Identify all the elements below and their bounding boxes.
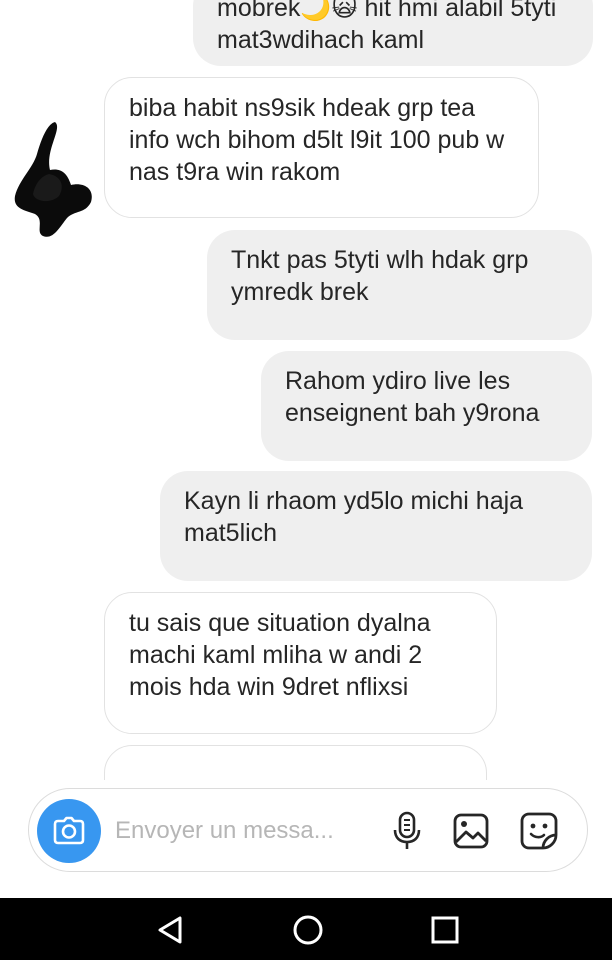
- message-bubble[interactable]: Kayn li rhaom yd5lo michi haja mat5lich: [160, 471, 592, 581]
- sticker-icon: [520, 812, 558, 850]
- recents-square-icon: [431, 916, 459, 944]
- sticker-button[interactable]: [515, 807, 563, 855]
- home-circle-icon: [293, 915, 323, 945]
- system-navigation-bar: [0, 898, 612, 960]
- nav-recents-button[interactable]: [425, 910, 465, 950]
- message-text: Rahom ydiro live les enseignent bah y9ro…: [285, 367, 540, 427]
- microphone-icon: [393, 811, 421, 849]
- message-bubble[interactable]: [104, 745, 487, 780]
- gallery-icon: [453, 813, 489, 849]
- message-text: mobrek🌙🙀 hit hmi alabil 5tyti mat3wdihac…: [217, 0, 557, 54]
- camera-icon: [53, 816, 85, 845]
- scribble-mark: [14, 122, 92, 237]
- message-bubble[interactable]: biba habit ns9sik hdeak grp tea info wch…: [104, 77, 539, 218]
- message-bubble[interactable]: mobrek🌙🙀 hit hmi alabil 5tyti mat3wdihac…: [193, 0, 593, 66]
- nav-back-button[interactable]: [151, 910, 191, 950]
- message-input[interactable]: [115, 815, 375, 847]
- message-thread: mobrek🌙🙀 hit hmi alabil 5tyti mat3wdihac…: [0, 0, 612, 780]
- message-text: Kayn li rhaom yd5lo michi haja mat5lich: [184, 487, 524, 547]
- message-bubble[interactable]: Tnkt pas 5tyti wlh hdak grp ymredk brek: [207, 230, 592, 340]
- message-text: tu sais que situation dyalna machi kaml …: [129, 609, 431, 701]
- voice-message-button[interactable]: [383, 807, 431, 855]
- camera-button[interactable]: [37, 799, 101, 863]
- gallery-button[interactable]: [447, 807, 495, 855]
- message-text: biba habit ns9sik hdeak grp tea info wch…: [129, 94, 505, 186]
- nav-home-button[interactable]: [288, 910, 328, 950]
- message-text: Tnkt pas 5tyti wlh hdak grp ymredk brek: [231, 246, 529, 306]
- message-bubble[interactable]: tu sais que situation dyalna machi kaml …: [104, 592, 497, 734]
- message-composer: [28, 788, 588, 872]
- back-triangle-icon: [158, 916, 182, 944]
- message-bubble[interactable]: Rahom ydiro live les enseignent bah y9ro…: [261, 351, 592, 461]
